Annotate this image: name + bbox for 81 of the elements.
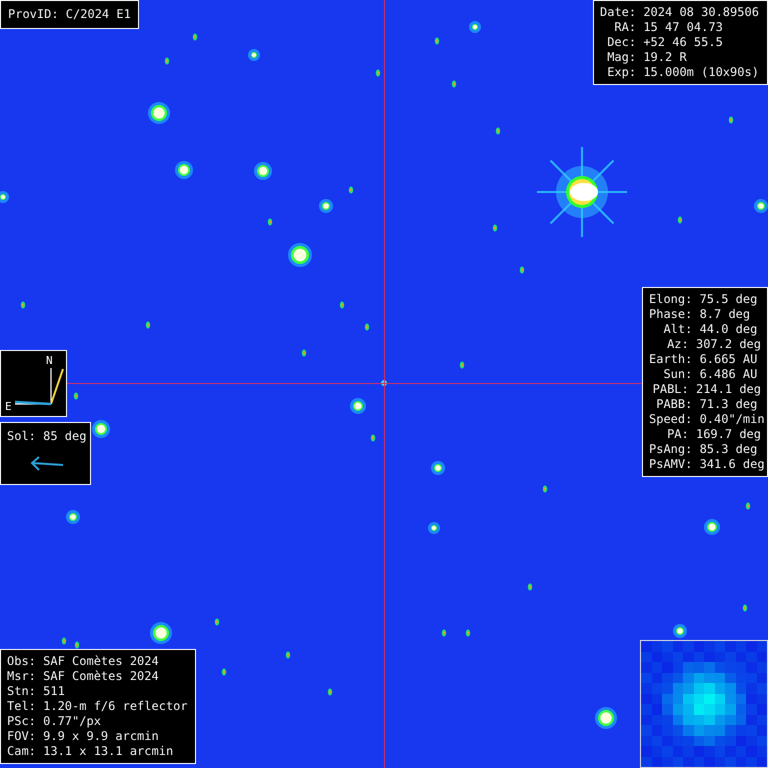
star: [678, 216, 682, 224]
star: [340, 302, 344, 308]
info-line: Msr: SAF Comètes 2024: [7, 669, 160, 684]
star: [222, 668, 226, 676]
star: [496, 128, 500, 134]
star: [370, 434, 376, 442]
info-line: Phase: 8.7 deg: [649, 307, 752, 322]
star: [595, 707, 617, 729]
info-line: Elong: 75.5 deg: [649, 292, 758, 307]
info-line: RA: 15 47 04.73: [613, 20, 724, 35]
star: [348, 186, 354, 194]
north-label: N: [46, 354, 53, 367]
star: [673, 624, 687, 638]
star: [150, 622, 172, 644]
info-line: PABL: 214.1 deg: [652, 382, 761, 397]
star: [442, 630, 446, 636]
star: [728, 116, 734, 124]
star: [466, 630, 470, 636]
designation-label: ProvID: C/2024 E1: [0, 0, 139, 29]
star: [66, 510, 80, 524]
info-line: Obs: SAF Comètes 2024: [7, 654, 160, 669]
star: [328, 688, 332, 696]
star: [0, 191, 9, 203]
star: [192, 34, 198, 40]
star: [248, 49, 260, 61]
info-line: Exp: 15.000m (10x90s): [606, 65, 760, 80]
star: [62, 638, 66, 644]
star: [214, 618, 220, 626]
star: [319, 199, 333, 213]
star: [376, 70, 380, 76]
info-line: FOV: 9.9 x 9.9 arcmin: [7, 729, 160, 744]
info-line: Stn: 511: [7, 684, 66, 699]
left-arrow-icon: [29, 456, 65, 472]
star: [431, 461, 445, 475]
star: [492, 224, 498, 232]
star: [350, 398, 366, 414]
east-label: E: [5, 400, 12, 413]
star: [542, 486, 548, 492]
info-line: PSc: 0.77"/px: [7, 714, 102, 729]
star: [254, 162, 272, 180]
star: [754, 199, 768, 213]
info-line: Dec: +52 46 55.5: [606, 35, 724, 50]
info-line: Speed: 0.40"/min: [649, 412, 761, 427]
info-line: PA: 169.7 deg: [666, 427, 761, 442]
star: [460, 362, 464, 368]
info-line: Az: 307.2 deg: [666, 337, 761, 352]
info-line: Mag: 19.2 R: [606, 50, 688, 65]
star: [704, 519, 720, 535]
star: [148, 102, 170, 124]
star: [528, 584, 532, 590]
sun-angle-label: Sol: 85 deg: [7, 429, 84, 444]
star: [175, 161, 193, 179]
info-line: Sun: 6.486 AU: [662, 367, 758, 382]
info-line: PABB: 71.3 deg: [655, 397, 758, 412]
star: [742, 604, 748, 612]
star: [164, 58, 170, 64]
star: [428, 522, 440, 534]
info-line: PsAMV: 341.6 deg: [649, 457, 761, 472]
info-line: Earth: 6.665 AU: [649, 352, 758, 367]
star: [469, 21, 481, 33]
star: [146, 322, 150, 328]
info-line: Cam: 13.1 x 13.1 arcmin: [7, 744, 174, 759]
star: [520, 266, 524, 274]
info-line: Tel: 1.20-m f/6 reflector: [7, 699, 189, 714]
star: [20, 302, 26, 308]
target-comet: [381, 380, 387, 386]
north-axis-line: [50, 368, 52, 404]
star: [74, 392, 78, 400]
star: [434, 38, 440, 44]
star: [746, 502, 750, 510]
info-line: Alt: 44.0 deg: [662, 322, 758, 337]
star: [364, 324, 370, 330]
star: [302, 350, 306, 356]
star: [288, 243, 312, 267]
star: [286, 652, 290, 658]
star: [74, 642, 80, 648]
info-line: Date: 2024 08 30.89506: [600, 5, 760, 20]
info-line: PsAng: 85.3 deg: [649, 442, 758, 457]
star: [452, 80, 456, 88]
star: [268, 218, 272, 226]
star: [92, 420, 110, 438]
